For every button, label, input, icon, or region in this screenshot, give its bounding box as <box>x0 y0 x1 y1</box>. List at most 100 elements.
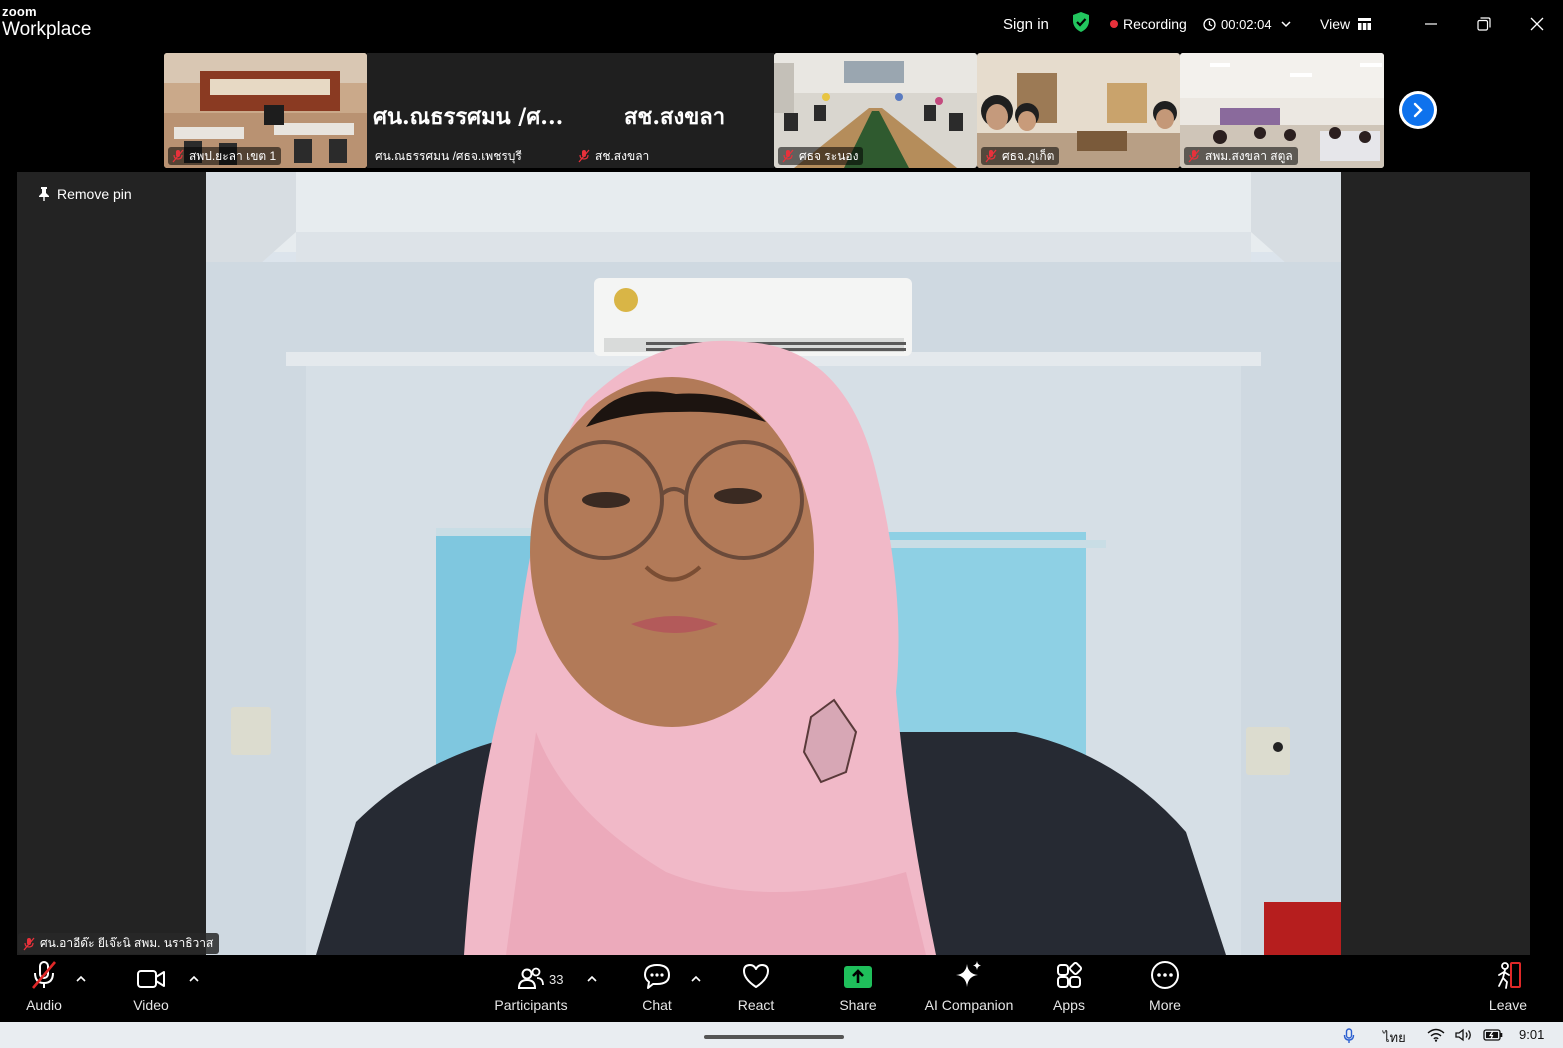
zoom-logo: zoom Workplace <box>2 5 91 39</box>
leave-door-icon <box>1498 962 1521 989</box>
timer-value: 00:02:04 <box>1221 16 1272 32</box>
remove-pin-label: Remove pin <box>57 186 132 202</box>
next-button-fill <box>1402 94 1434 126</box>
mic-muted-icon <box>172 149 184 163</box>
share-screen-button[interactable]: Share <box>836 956 880 1022</box>
mic-muted-icon <box>1188 149 1200 163</box>
participant-thumbnail-strip: สพป.ยะลา เขต 1 ศน.ณธรรศมน /ศ... ศน.ณธรรศ… <box>164 53 1384 168</box>
logo-brand-small: zoom <box>2 4 37 19</box>
chat-bubble-icon <box>644 964 670 989</box>
ai-companion-label: AI Companion <box>924 997 1014 1013</box>
thumbnail-label: สพม.สงขลา สตูล <box>1184 147 1298 165</box>
participant-display-name: ศน.ณธรรศมน /ศ... <box>373 104 564 130</box>
close-icon <box>1530 17 1544 31</box>
pin-icon <box>39 187 49 201</box>
mic-muted-icon <box>32 961 56 989</box>
share-screen-icon <box>844 966 872 988</box>
more-options-icon <box>1151 961 1179 989</box>
participants-label: Participants <box>494 997 568 1013</box>
system-clock[interactable]: 9:01 <box>1519 1027 1544 1042</box>
react-button[interactable]: React <box>734 956 778 1022</box>
leave-meeting-button[interactable]: Leave <box>1488 956 1528 1022</box>
participant-thumbnail[interactable]: ศธจ.ภูเก็ต <box>977 53 1180 168</box>
mic-muted-icon <box>578 149 590 163</box>
meeting-toolbar: Audio Video Participants 33 Chat React S… <box>0 956 1563 1022</box>
react-label: React <box>737 997 775 1013</box>
participants-button[interactable]: Participants <box>490 956 572 1022</box>
thumbnail-name: สช.สงขลา <box>595 148 650 163</box>
input-language-indicator[interactable]: ไทย <box>1383 1027 1406 1048</box>
thumbnail-label: ศธจ ระนอง <box>778 147 864 165</box>
leave-label: Leave <box>1488 997 1528 1013</box>
participants-options-chevron-up-icon[interactable] <box>586 974 598 984</box>
system-taskbar: ไทย 9:01 <box>0 1022 1563 1048</box>
ai-companion-button[interactable]: AI Companion <box>920 956 1018 1022</box>
mic-muted-icon <box>985 149 997 163</box>
thumbnail-label: ศน.ณธรรศมน /ศธจ.เพชรบุรี <box>371 147 527 165</box>
chat-options-chevron-up-icon[interactable] <box>690 974 702 984</box>
next-page-button[interactable] <box>1399 91 1437 129</box>
microphone-in-use-icon[interactable] <box>1343 1028 1355 1044</box>
restore-button[interactable] <box>1470 10 1498 38</box>
chevron-down-icon <box>1281 21 1291 28</box>
restore-icon <box>1477 17 1491 31</box>
mic-muted-icon <box>782 149 794 163</box>
view-label: View <box>1320 16 1351 32</box>
video-options-chevron-up-icon[interactable] <box>188 974 200 984</box>
battery-charging-icon[interactable] <box>1483 1029 1503 1041</box>
video-button[interactable]: Video <box>128 956 174 1022</box>
participant-thumbnail[interactable]: ศธจ ระนอง <box>774 53 977 168</box>
audio-button[interactable]: Audio <box>22 956 66 1022</box>
recording-dot-icon <box>1110 20 1118 28</box>
thumbnail-name: ศธจ.ภูเก็ต <box>1002 148 1055 163</box>
meeting-timer[interactable]: 00:02:04 <box>1203 14 1292 34</box>
sign-in-link[interactable]: Sign in <box>1003 14 1049 34</box>
more-button[interactable]: More <box>1145 956 1185 1022</box>
participant-thumbnail[interactable]: สพป.ยะลา เขต 1 <box>164 53 367 168</box>
heart-icon <box>743 964 769 988</box>
speaker-video[interactable] <box>206 172 1341 955</box>
volume-icon[interactable] <box>1455 1028 1473 1042</box>
mic-muted-icon <box>23 937 35 950</box>
chevron-right-icon <box>1413 102 1423 118</box>
minimize-button[interactable] <box>1417 10 1445 38</box>
participants-icon <box>518 967 544 989</box>
speaker-video-frame <box>206 172 1341 955</box>
thumbnail-name: สพป.ยะลา เขต 1 <box>189 148 277 163</box>
view-menu-button[interactable]: View <box>1320 14 1372 34</box>
logo-brand-name: Workplace <box>2 19 92 40</box>
wifi-icon[interactable] <box>1427 1028 1445 1042</box>
close-button[interactable] <box>1523 10 1551 38</box>
thumbnail-label: สพป.ยะลา เขต 1 <box>168 147 282 165</box>
participant-thumbnail-name-only[interactable]: ศน.ณธรรศมน /ศ... ศน.ณธรรศมน /ศธจ.เพชรบุร… <box>367 53 774 168</box>
active-speaker-name: ศน.อาอีด๊ะ ยีเจ๊ะนิ สพม. นราธิวาส <box>40 936 214 950</box>
minimize-icon <box>1425 23 1437 25</box>
taskbar-handle[interactable] <box>704 1035 844 1039</box>
sparkle-icon <box>956 961 981 987</box>
thumbnail-name: สพม.สงขลา สตูล <box>1205 148 1293 163</box>
video-camera-icon <box>137 970 165 988</box>
apps-icon <box>1057 962 1083 988</box>
clock-icon <box>1203 17 1216 31</box>
thumbnail-name: ศน.ณธรรศมน /ศธจ.เพชรบุรี <box>375 148 522 163</box>
more-label: More <box>1149 997 1181 1013</box>
remove-pin-button[interactable]: Remove pin <box>38 186 132 202</box>
apps-label: Apps <box>1053 997 1085 1013</box>
active-speaker-label: ศน.อาอีด๊ะ ยีเจ๊ะนิ สพม. นราธิวาส <box>18 933 220 954</box>
thumbnail-label: สช.สงขลา <box>574 147 654 165</box>
apps-button[interactable]: Apps <box>1049 956 1089 1022</box>
shield-check-icon[interactable] <box>1071 12 1091 32</box>
thumbnail-label: ศธจ.ภูเก็ต <box>981 147 1060 165</box>
video-label: Video <box>133 997 169 1013</box>
participant-thumbnail[interactable]: สพม.สงขลา สตูล <box>1180 53 1384 168</box>
participant-display-name: สช.สงขลา <box>624 104 726 130</box>
title-bar: zoom Workplace Sign in Recording 00:02:0… <box>0 0 1563 48</box>
chat-button[interactable]: Chat <box>636 956 678 1022</box>
recording-label: Recording <box>1123 16 1187 32</box>
audio-label: Audio <box>26 997 62 1013</box>
thumbnail-name: ศธจ ระนอง <box>799 148 859 163</box>
grid-view-icon <box>1358 18 1372 30</box>
audio-options-chevron-up-icon[interactable] <box>75 974 87 984</box>
recording-indicator[interactable]: Recording <box>1110 14 1187 34</box>
participants-count: 33 <box>549 972 564 987</box>
